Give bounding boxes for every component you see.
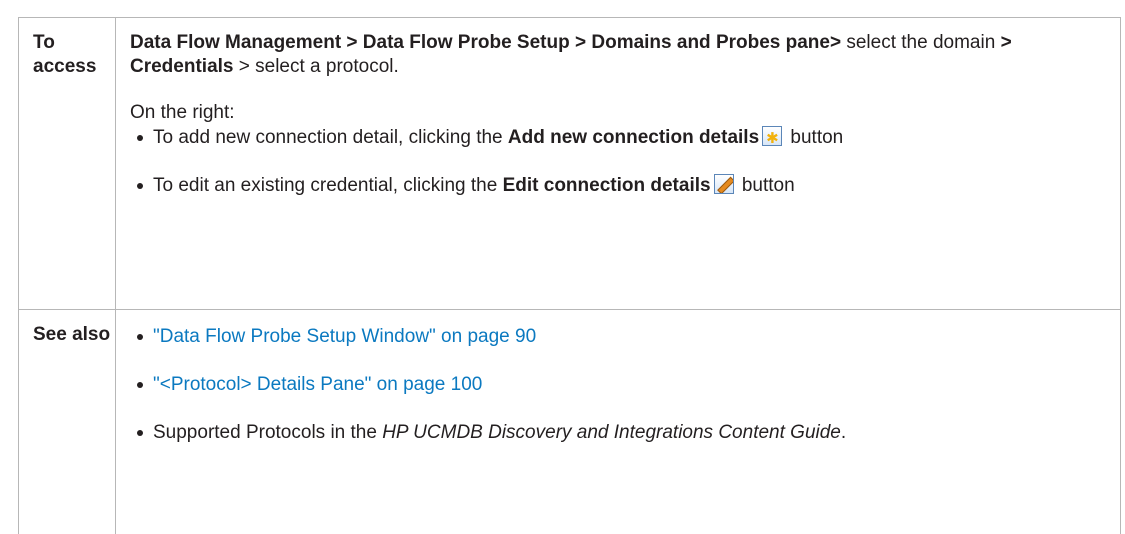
- access-path: Data Flow Management > Data Flow Probe S…: [130, 31, 1120, 79]
- bullet-icon: [137, 135, 143, 141]
- access-steps-list: To add new connection detail, clicking t…: [130, 125, 1120, 199]
- see-also-list: "Data Flow Probe Setup Window" on page 9…: [130, 324, 1120, 446]
- content-cell-access: Data Flow Management > Data Flow Probe S…: [116, 18, 1121, 310]
- info-table: To access Data Flow Management > Data Fl…: [18, 17, 1121, 534]
- item-suffix: button: [785, 127, 843, 148]
- add-connection-label: Add new connection details: [508, 127, 759, 148]
- path-protocol-segment: > select a protocol.: [233, 56, 398, 77]
- table-row-access: To access Data Flow Management > Data Fl…: [19, 18, 1121, 310]
- bullet-icon: [137, 334, 143, 340]
- table-row-see-also: See also "Data Flow Probe Setup Window" …: [19, 310, 1121, 534]
- add-new-icon: [762, 126, 782, 146]
- path-text-segment: select the domain: [841, 32, 1000, 53]
- list-item: "<Protocol> Details Pane" on page 100: [130, 372, 1120, 398]
- document-page: To access Data Flow Management > Data Fl…: [0, 0, 1125, 518]
- list-item: "Data Flow Probe Setup Window" on page 9…: [130, 324, 1120, 350]
- row-label-see-also: See also: [19, 310, 115, 347]
- guide-title: HP UCMDB Discovery and Integrations Cont…: [382, 422, 841, 443]
- item-text: To add new connection detail, clicking t…: [153, 127, 508, 148]
- path-bold-segment: Data Flow Management > Data Flow Probe S…: [130, 32, 841, 53]
- bullet-icon: [137, 430, 143, 436]
- bullet-icon: [137, 183, 143, 189]
- probe-setup-window-link[interactable]: "Data Flow Probe Setup Window" on page 9…: [153, 326, 536, 347]
- content-cell-see-also: "Data Flow Probe Setup Window" on page 9…: [116, 310, 1121, 534]
- item-suffix: button: [737, 175, 795, 196]
- protocol-details-pane-link[interactable]: "<Protocol> Details Pane" on page 100: [153, 374, 482, 395]
- edit-connection-label: Edit connection details: [503, 175, 711, 196]
- label-cell-see-also: See also: [19, 310, 116, 534]
- list-item: Supported Protocols in the HP UCMDB Disc…: [130, 420, 1120, 446]
- item-text: To edit an existing credential, clicking…: [153, 175, 503, 196]
- list-item: To add new connection detail, clicking t…: [130, 125, 1120, 151]
- label-cell-access: To access: [19, 18, 116, 310]
- row-label-access: To access: [19, 18, 115, 79]
- list-item: To edit an existing credential, clicking…: [130, 173, 1120, 199]
- item-suffix: .: [841, 422, 846, 443]
- on-right-text: On the right:: [130, 101, 1120, 125]
- bullet-icon: [137, 382, 143, 388]
- edit-pencil-icon: [714, 174, 734, 194]
- item-text: Supported Protocols in the: [153, 422, 382, 443]
